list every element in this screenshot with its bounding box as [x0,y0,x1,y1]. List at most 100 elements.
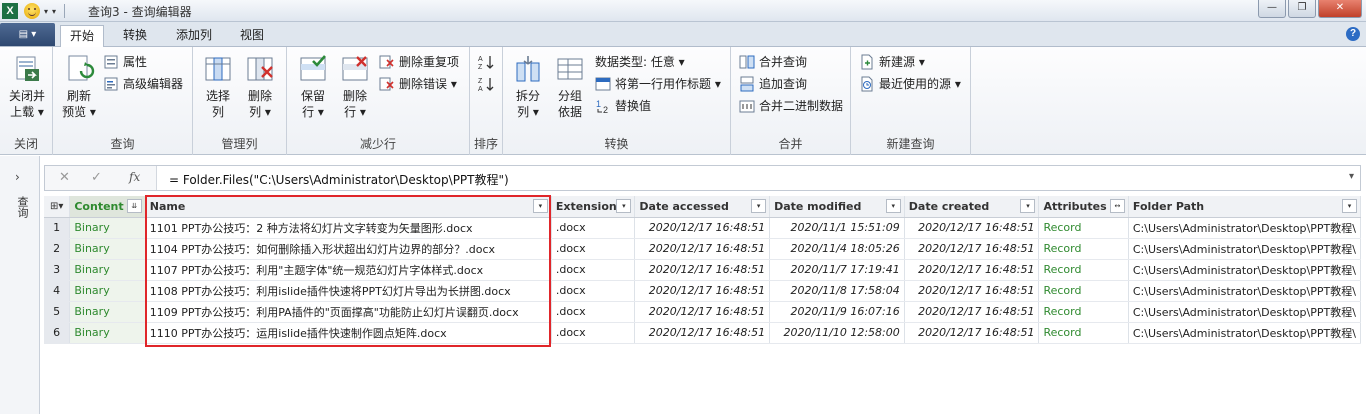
cell-date-accessed[interactable]: 2020/12/17 16:48:51 [634,259,771,281]
remove-duplicates-button[interactable]: 删除重复项 [379,52,459,72]
cell-date-accessed[interactable]: 2020/12/17 16:48:51 [634,217,771,239]
expand-record-icon[interactable]: ↔ [1109,199,1125,213]
file-menu-button[interactable]: ▤ ▾ [0,23,55,46]
cell-name[interactable]: 1108 PPT办公技巧：利用islide插件快速将PPT幻灯片导出为长拼图.d… [145,280,552,302]
table-menu-icon[interactable]: ⊞▾ [44,196,71,218]
confirm-formula-icon[interactable]: ✓ [91,170,102,185]
cancel-formula-icon[interactable]: ✕ [59,170,70,185]
excel-app-icon[interactable]: X [2,3,18,19]
row-number[interactable]: 6 [44,322,71,344]
close-and-load-button[interactable]: 关闭并 上载 ▾ [4,53,50,120]
cell-date-modified[interactable]: 2020/11/7 17:19:41 [769,259,905,281]
merge-queries-button[interactable]: 合并查询 [739,52,807,72]
data-type-dropdown[interactable]: 数据类型: 任意 ▾ [595,52,685,72]
cell-attributes[interactable]: Record [1038,259,1129,281]
sort-ascending-button[interactable]: AZ [478,52,494,72]
new-source-button[interactable]: 新建源 ▾ [859,52,925,72]
column-header-extension[interactable]: Extension ▾ [551,196,636,218]
table-row[interactable]: 6 Binary 1110 PPT办公技巧：运用islide插件快速制作圆点矩阵.d… [44,322,1362,344]
cell-date-modified[interactable]: 2020/11/1 15:51:09 [769,217,905,239]
filter-dropdown-icon[interactable]: ▾ [1342,199,1357,213]
select-columns-button[interactable]: 选择 列 [199,53,237,120]
cell-date-accessed[interactable]: 2020/12/17 16:48:51 [634,322,771,344]
cell-date-modified[interactable]: 2020/11/10 12:58:00 [769,322,905,344]
table-row[interactable]: 5 Binary 1109 PPT办公技巧：利用PA插件的"页面撑高"功能防止幻灯片… [44,301,1362,323]
properties-button[interactable]: 属性 [103,52,147,72]
group-by-button[interactable]: 分组 依据 [551,53,589,120]
cell-name[interactable]: 1107 PPT办公技巧：利用"主题字体"统一规范幻灯片字体样式.docx [145,259,552,281]
cell-extension[interactable]: .docx [551,259,636,281]
cell-content[interactable]: Binary [69,217,146,239]
tab-home[interactable]: 开始 [60,25,104,48]
cell-attributes[interactable]: Record [1038,217,1129,239]
filter-dropdown-icon[interactable]: ▾ [616,199,632,213]
filter-dropdown-icon[interactable]: ▾ [1020,199,1036,213]
qat-dropdown-icon[interactable]: ▾ [44,7,48,16]
cell-folder-path[interactable]: C:\Users\Administrator\Desktop\PPT教程\ [1128,217,1362,239]
cell-extension[interactable]: .docx [551,217,636,239]
cell-folder-path[interactable]: C:\Users\Administrator\Desktop\PPT教程\ [1128,259,1362,281]
qat-customize-icon[interactable]: ▾ [52,7,56,16]
row-number[interactable]: 3 [44,259,71,281]
cell-folder-path[interactable]: C:\Users\Administrator\Desktop\PPT教程\ [1128,280,1362,302]
cell-date-created[interactable]: 2020/12/17 16:48:51 [904,322,1040,344]
minimize-button[interactable]: — [1258,0,1286,18]
cell-attributes[interactable]: Record [1038,280,1129,302]
smiley-feedback-icon[interactable] [24,3,40,19]
append-queries-button[interactable]: 追加查询 [739,74,807,94]
column-header-name[interactable]: Name ▾ [145,196,552,218]
queries-pane-label[interactable]: 查询 [14,196,30,218]
restore-button[interactable]: ❐ [1288,0,1316,18]
cell-date-modified[interactable]: 2020/11/8 17:58:04 [769,280,905,302]
cell-content[interactable]: Binary [69,259,146,281]
table-row[interactable]: 3 Binary 1107 PPT办公技巧：利用"主题字体"统一规范幻灯片字体样式.… [44,259,1362,281]
cell-content[interactable]: Binary [69,322,146,344]
cell-folder-path[interactable]: C:\Users\Administrator\Desktop\PPT教程\ [1128,238,1362,260]
cell-attributes[interactable]: Record [1038,238,1129,260]
cell-date-created[interactable]: 2020/12/17 16:48:51 [904,280,1040,302]
cell-date-created[interactable]: 2020/12/17 16:48:51 [904,259,1040,281]
cell-extension[interactable]: .docx [551,301,636,323]
cell-date-created[interactable]: 2020/12/17 16:48:51 [904,217,1040,239]
recent-sources-button[interactable]: 最近使用的源 ▾ [859,74,961,94]
cell-content[interactable]: Binary [69,280,146,302]
cell-name[interactable]: 1109 PPT办公技巧：利用PA插件的"页面撑高"功能防止幻灯片误翻页.doc… [145,301,552,323]
cell-folder-path[interactable]: C:\Users\Administrator\Desktop\PPT教程\ [1128,301,1362,323]
help-icon[interactable]: ? [1346,27,1360,41]
tab-view[interactable]: 视图 [230,25,274,48]
sort-descending-button[interactable]: ZA [478,74,494,94]
column-header-folder-path[interactable]: Folder Path ▾ [1128,196,1362,218]
formula-input[interactable]: = Folder.Files("C:\Users\Administrator\D… [169,171,509,188]
advanced-editor-button[interactable]: 高级编辑器 [103,74,183,94]
split-column-button[interactable]: 拆分 列 ▾ [509,53,547,120]
cell-date-modified[interactable]: 2020/11/4 18:05:26 [769,238,905,260]
cell-extension[interactable]: .docx [551,238,636,260]
cell-extension[interactable]: .docx [551,322,636,344]
column-header-date-accessed[interactable]: Date accessed ▾ [634,196,771,218]
filter-dropdown-icon[interactable]: ▾ [532,199,548,213]
column-header-attributes[interactable]: Attributes ↔ [1038,196,1129,218]
cell-attributes[interactable]: Record [1038,322,1129,344]
cell-attributes[interactable]: Record [1038,301,1129,323]
cell-content[interactable]: Binary [69,301,146,323]
cell-extension[interactable]: .docx [551,280,636,302]
expand-binary-icon[interactable]: ⇊ [126,199,142,213]
replace-values-button[interactable]: 12 替换值 [595,96,651,116]
remove-rows-button[interactable]: 删除 行 ▾ [335,53,375,120]
filter-dropdown-icon[interactable]: ▾ [751,199,767,213]
cell-name[interactable]: 1110 PPT办公技巧：运用islide插件快速制作圆点矩阵.docx [145,322,552,344]
cell-folder-path[interactable]: C:\Users\Administrator\Desktop\PPT教程\ [1128,322,1362,344]
column-header-date-created[interactable]: Date created ▾ [904,196,1040,218]
combine-binaries-button[interactable]: 合并二进制数据 [739,96,843,116]
cell-content[interactable]: Binary [69,238,146,260]
tab-add-column[interactable]: 添加列 [168,25,220,48]
cell-name[interactable]: 1104 PPT办公技巧：如何删除插入形状超出幻灯片边界的部分？.docx [145,238,552,260]
remove-columns-button[interactable]: 删除 列 ▾ [241,53,279,120]
cell-date-accessed[interactable]: 2020/12/17 16:48:51 [634,238,771,260]
filter-dropdown-icon[interactable]: ▾ [885,199,901,213]
table-row[interactable]: 2 Binary 1104 PPT办公技巧：如何删除插入形状超出幻灯片边界的部分？.… [44,238,1362,260]
remove-errors-button[interactable]: 删除错误 ▾ [379,74,457,94]
table-row[interactable]: 1 Binary 1101 PPT办公技巧：2 种方法将幻灯片文字转变为矢量图形.d… [44,217,1362,239]
row-number[interactable]: 5 [44,301,71,323]
expand-queries-chevron-icon[interactable]: › [15,170,20,184]
